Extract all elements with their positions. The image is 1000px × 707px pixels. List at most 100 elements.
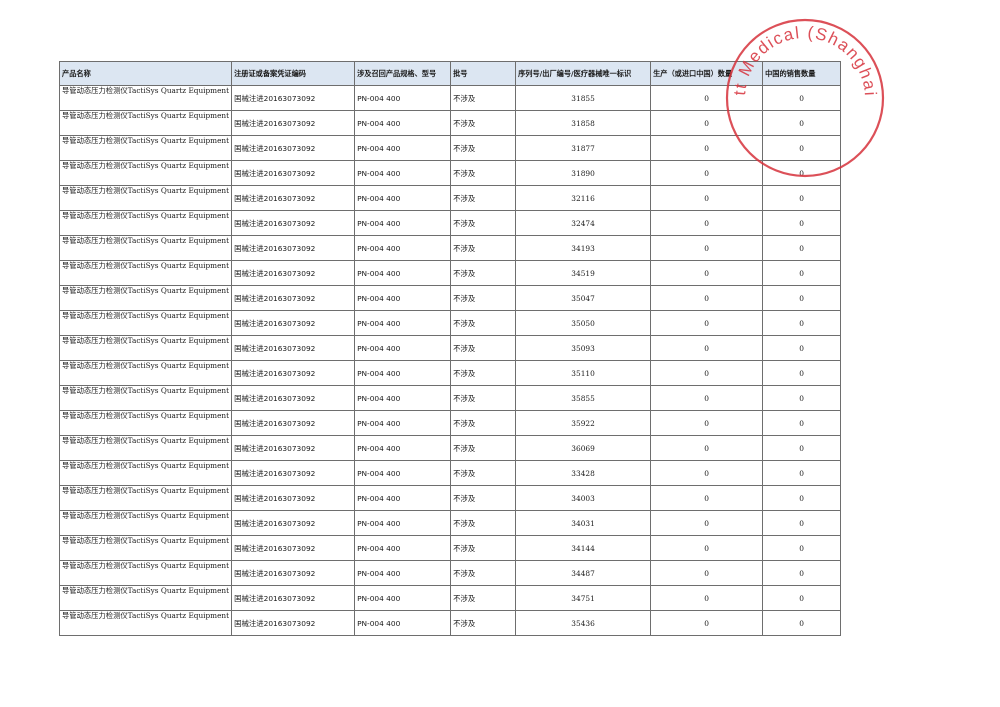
serial-cell: 36069 bbox=[515, 435, 652, 461]
production-quantity-cell: 0 bbox=[650, 460, 764, 486]
batch-cell: 不涉及 bbox=[450, 560, 517, 586]
batch-cell: 不涉及 bbox=[450, 435, 517, 461]
sales-quantity-cell: 0 bbox=[762, 360, 842, 386]
product-name-cell: 导管动态压力检测仪TactiSys Quartz Equipment bbox=[58, 535, 233, 561]
sales-quantity-cell: 0 bbox=[762, 535, 842, 561]
serial-cell: 32474 bbox=[515, 210, 652, 236]
product-name-cell: 导管动态压力检测仪TactiSys Quartz Equipment bbox=[58, 460, 233, 486]
model-cell: PN-004 400 bbox=[354, 535, 452, 561]
registration-code-cell: 国械注进20163073092 bbox=[231, 310, 356, 336]
batch-cell: 不涉及 bbox=[450, 85, 517, 111]
product-name-cell: 导管动态压力检测仪TactiSys Quartz Equipment bbox=[58, 385, 233, 411]
production-quantity-cell: 0 bbox=[650, 235, 764, 261]
sales-quantity-cell: 0 bbox=[762, 510, 842, 536]
production-quantity-cell: 0 bbox=[650, 185, 764, 211]
registration-code-cell: 国械注进20163073092 bbox=[231, 135, 356, 161]
batch-cell: 不涉及 bbox=[450, 510, 517, 536]
batch-cell: 不涉及 bbox=[450, 485, 517, 511]
sales-quantity-cell: 0 bbox=[762, 610, 842, 636]
header-production-quantity: 生产（或进口中国）数量 bbox=[650, 61, 764, 86]
sales-quantity-cell: 0 bbox=[762, 85, 842, 111]
serial-cell: 35110 bbox=[515, 360, 652, 386]
batch-cell: 不涉及 bbox=[450, 185, 517, 211]
model-cell: PN-004 400 bbox=[354, 185, 452, 211]
table-row: 导管动态压力检测仪TactiSys Quartz Equipment 国械注进20… bbox=[58, 535, 842, 561]
production-quantity-cell: 0 bbox=[650, 260, 764, 286]
sales-quantity-cell: 0 bbox=[762, 385, 842, 411]
sales-quantity-cell: 0 bbox=[762, 560, 842, 586]
sales-quantity-cell: 0 bbox=[762, 335, 842, 361]
product-name-cell: 导管动态压力检测仪TactiSys Quartz Equipment bbox=[58, 560, 233, 586]
batch-cell: 不涉及 bbox=[450, 585, 517, 611]
product-name-cell: 导管动态压力检测仪TactiSys Quartz Equipment bbox=[58, 610, 233, 636]
registration-code-cell: 国械注进20163073092 bbox=[231, 485, 356, 511]
serial-cell: 31890 bbox=[515, 160, 652, 186]
production-quantity-cell: 0 bbox=[650, 135, 764, 161]
serial-cell: 35093 bbox=[515, 335, 652, 361]
table-row: 导管动态压力检测仪TactiSys Quartz Equipment 国械注进20… bbox=[58, 335, 842, 361]
product-name-cell: 导管动态压力检测仪TactiSys Quartz Equipment bbox=[58, 410, 233, 436]
model-cell: PN-004 400 bbox=[354, 360, 452, 386]
model-cell: PN-004 400 bbox=[354, 335, 452, 361]
production-quantity-cell: 0 bbox=[650, 385, 764, 411]
sales-quantity-cell: 0 bbox=[762, 410, 842, 436]
product-name-cell: 导管动态压力检测仪TactiSys Quartz Equipment bbox=[58, 485, 233, 511]
product-name-cell: 导管动态压力检测仪TactiSys Quartz Equipment bbox=[58, 235, 233, 261]
production-quantity-cell: 0 bbox=[650, 110, 764, 136]
model-cell: PN-004 400 bbox=[354, 485, 452, 511]
production-quantity-cell: 0 bbox=[650, 310, 764, 336]
product-name-cell: 导管动态压力检测仪TactiSys Quartz Equipment bbox=[58, 185, 233, 211]
serial-cell: 35047 bbox=[515, 285, 652, 311]
model-cell: PN-004 400 bbox=[354, 585, 452, 611]
registration-code-cell: 国械注进20163073092 bbox=[231, 410, 356, 436]
model-cell: PN-004 400 bbox=[354, 460, 452, 486]
production-quantity-cell: 0 bbox=[650, 210, 764, 236]
sales-quantity-cell: 0 bbox=[762, 160, 842, 186]
batch-cell: 不涉及 bbox=[450, 460, 517, 486]
model-cell: PN-004 400 bbox=[354, 160, 452, 186]
production-quantity-cell: 0 bbox=[650, 285, 764, 311]
table-row: 导管动态压力检测仪TactiSys Quartz Equipment 国械注进20… bbox=[58, 460, 842, 486]
production-quantity-cell: 0 bbox=[650, 585, 764, 611]
serial-cell: 34003 bbox=[515, 485, 652, 511]
production-quantity-cell: 0 bbox=[650, 85, 764, 111]
serial-cell: 34519 bbox=[515, 260, 652, 286]
registration-code-cell: 国械注进20163073092 bbox=[231, 460, 356, 486]
batch-cell: 不涉及 bbox=[450, 160, 517, 186]
product-name-cell: 导管动态压力检测仪TactiSys Quartz Equipment bbox=[58, 435, 233, 461]
serial-cell: 34751 bbox=[515, 585, 652, 611]
product-name-cell: 导管动态压力检测仪TactiSys Quartz Equipment bbox=[58, 135, 233, 161]
table-row: 导管动态压力检测仪TactiSys Quartz Equipment 国械注进20… bbox=[58, 610, 842, 636]
batch-cell: 不涉及 bbox=[450, 260, 517, 286]
table-header-row: 产品名称 注册证或备案凭证编码 涉及召回产品规格、型号 批号 序列号/出厂编号/… bbox=[58, 61, 842, 86]
serial-cell: 34487 bbox=[515, 560, 652, 586]
batch-cell: 不涉及 bbox=[450, 360, 517, 386]
model-cell: PN-004 400 bbox=[354, 110, 452, 136]
sales-quantity-cell: 0 bbox=[762, 260, 842, 286]
batch-cell: 不涉及 bbox=[450, 210, 517, 236]
registration-code-cell: 国械注进20163073092 bbox=[231, 185, 356, 211]
batch-cell: 不涉及 bbox=[450, 335, 517, 361]
batch-cell: 不涉及 bbox=[450, 385, 517, 411]
sales-quantity-cell: 0 bbox=[762, 310, 842, 336]
product-name-cell: 导管动态压力检测仪TactiSys Quartz Equipment bbox=[58, 510, 233, 536]
table-row: 导管动态压力检测仪TactiSys Quartz Equipment 国械注进20… bbox=[58, 310, 842, 336]
serial-cell: 34144 bbox=[515, 535, 652, 561]
table-row: 导管动态压力检测仪TactiSys Quartz Equipment 国械注进20… bbox=[58, 135, 842, 161]
table-row: 导管动态压力检测仪TactiSys Quartz Equipment 国械注进20… bbox=[58, 110, 842, 136]
batch-cell: 不涉及 bbox=[450, 235, 517, 261]
table-row: 导管动态压力检测仪TactiSys Quartz Equipment 国械注进20… bbox=[58, 360, 842, 386]
registration-code-cell: 国械注进20163073092 bbox=[231, 110, 356, 136]
production-quantity-cell: 0 bbox=[650, 360, 764, 386]
model-cell: PN-004 400 bbox=[354, 410, 452, 436]
registration-code-cell: 国械注进20163073092 bbox=[231, 160, 356, 186]
production-quantity-cell: 0 bbox=[650, 410, 764, 436]
sales-quantity-cell: 0 bbox=[762, 235, 842, 261]
product-name-cell: 导管动态压力检测仪TactiSys Quartz Equipment bbox=[58, 285, 233, 311]
registration-code-cell: 国械注进20163073092 bbox=[231, 285, 356, 311]
model-cell: PN-004 400 bbox=[354, 235, 452, 261]
sales-quantity-cell: 0 bbox=[762, 210, 842, 236]
table-row: 导管动态压力检测仪TactiSys Quartz Equipment 国械注进20… bbox=[58, 85, 842, 111]
sales-quantity-cell: 0 bbox=[762, 110, 842, 136]
product-name-cell: 导管动态压力检测仪TactiSys Quartz Equipment bbox=[58, 160, 233, 186]
